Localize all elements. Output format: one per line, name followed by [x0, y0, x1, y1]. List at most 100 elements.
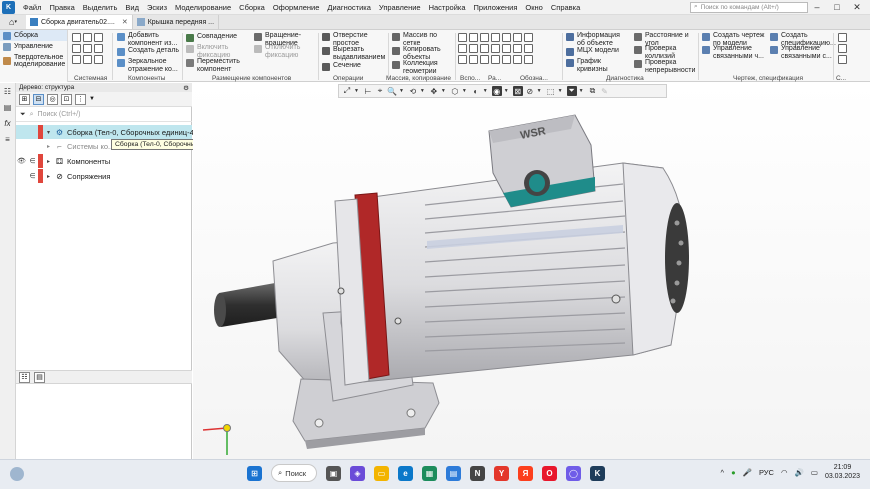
move-component-button[interactable]: Переместить компонент — [186, 58, 247, 73]
check-continuity-button[interactable]: Проверка непрерывности — [634, 59, 703, 74]
cross-section-icon[interactable]: ⊘ — [525, 86, 535, 96]
menu-help[interactable]: Справка — [547, 3, 584, 12]
csys-icon[interactable] — [458, 44, 467, 53]
pan-icon[interactable]: ✥ — [429, 86, 439, 96]
orientation-icon[interactable]: ⤢ — [342, 86, 352, 96]
language-indicator[interactable]: РУС — [759, 468, 774, 477]
mode-management[interactable]: Управление — [0, 41, 67, 52]
properties-icon[interactable] — [83, 44, 92, 53]
hole-simple-button[interactable]: Отверстие простое — [322, 32, 379, 47]
point-icon[interactable] — [480, 33, 489, 42]
expand-icon[interactable]: ▸ — [47, 173, 55, 180]
menu-view[interactable]: Вид — [121, 3, 143, 12]
display-style-icon[interactable]: ◐ — [471, 86, 481, 96]
close-icon[interactable]: ✕ — [852, 2, 862, 13]
zoom-fit-icon[interactable]: ⌖ — [375, 86, 385, 96]
edge-icon[interactable]: e — [398, 465, 413, 481]
text-icon[interactable] — [513, 55, 522, 64]
motor-assembly-model[interactable]: WSR — [193, 83, 870, 459]
line-icon[interactable] — [491, 33, 500, 42]
kompas-taskbar-icon[interactable]: K — [590, 465, 605, 481]
save-icon[interactable] — [94, 33, 103, 42]
s-tool-icon[interactable] — [838, 33, 847, 42]
menu-modeling[interactable]: Моделирование — [171, 3, 235, 12]
mode-assembly[interactable]: Сборка — [0, 30, 67, 41]
manage-linked-spec-button[interactable]: Управление связанными с... — [770, 45, 837, 60]
tray-chevron-icon[interactable]: ^ — [721, 468, 725, 477]
tab-front-cover[interactable]: Крышка передняя ... — [133, 15, 220, 29]
menu-edit[interactable]: Правка — [45, 3, 78, 12]
menu-sketch[interactable]: Эскиз — [143, 3, 171, 12]
volume-icon[interactable]: 🔊 — [795, 468, 804, 477]
tree-row-components[interactable]: 👁 ∈ ▸ ⚃ Компоненты — [16, 154, 192, 168]
start-icon[interactable]: ⊞ — [247, 465, 262, 481]
plane-icon[interactable] — [469, 33, 478, 42]
alice-icon[interactable]: ◯ — [566, 465, 581, 481]
yandex-icon[interactable]: Y — [494, 465, 509, 481]
radius-icon[interactable] — [524, 33, 533, 42]
settings-gear-icon[interactable]: ⚙ — [183, 84, 189, 92]
menu-select[interactable]: Выделить — [79, 3, 122, 12]
battery-icon[interactable]: ▭ — [811, 468, 818, 477]
tolerance-icon[interactable] — [502, 55, 511, 64]
filter-icon[interactable]: ⏷ — [566, 86, 577, 96]
spline-icon[interactable] — [469, 55, 478, 64]
mark-icon[interactable] — [458, 55, 467, 64]
surface-icon[interactable] — [480, 44, 489, 53]
check-collisions-button[interactable]: Проверка коллизий — [634, 45, 691, 60]
microphone-icon[interactable]: 🎤 — [743, 468, 752, 477]
curve-icon[interactable] — [469, 44, 478, 53]
layers-icon[interactable]: ≡ — [2, 134, 13, 145]
copy-icon[interactable] — [94, 44, 103, 53]
tree-row-assembly[interactable]: ▾ ⚙ Сборка (Тел-0, Сборочных единиц-4... — [16, 125, 200, 139]
yandex-browser-icon[interactable]: Я — [518, 465, 533, 481]
array-grid-button[interactable]: Массив по сетке — [392, 32, 445, 47]
object-info-button[interactable]: Информация об объекте — [566, 32, 623, 47]
diameter-icon[interactable] — [491, 44, 500, 53]
command-search-input[interactable]: ⌕ Поиск по командам (Alt+/) — [690, 1, 808, 13]
cut-extrude-button[interactable]: Вырезать выдавливанием — [322, 46, 385, 61]
create-part-button[interactable]: Создать деталь — [117, 47, 179, 56]
filter-funnel-icon[interactable]: ⏷ — [20, 111, 26, 119]
tree-structure-icon[interactable]: ⊞ — [19, 93, 30, 105]
clock[interactable]: 21:09 03.03.2023 — [825, 463, 860, 481]
menu-assembly[interactable]: Сборка — [235, 3, 269, 12]
chamfer-icon[interactable] — [491, 55, 500, 64]
tab-close-icon[interactable]: ✕ — [122, 18, 128, 26]
open-icon[interactable] — [83, 33, 92, 42]
variables-icon[interactable]: fx — [2, 118, 13, 129]
section-button[interactable]: Сечение — [322, 62, 361, 71]
pen-icon[interactable]: ✎ — [600, 86, 610, 96]
tree-icon[interactable]: ☷ — [2, 86, 13, 97]
menu-formatting[interactable]: Оформление — [269, 3, 324, 12]
undo-icon[interactable] — [72, 55, 81, 64]
axis-icon[interactable] — [458, 33, 467, 42]
show-all-icon[interactable]: ◎ — [47, 93, 58, 105]
zoom-icon[interactable]: 🔍 — [387, 86, 397, 96]
app-icon[interactable]: ▤ — [446, 465, 461, 481]
opera-icon[interactable]: O — [542, 465, 557, 481]
section-view-icon[interactable]: ⊠ — [512, 86, 523, 96]
home-tab[interactable]: ⌂ ▾ — [0, 15, 26, 30]
view-cube-icon[interactable]: ⬡ — [450, 86, 460, 96]
rotate-icon[interactable]: ⟲ — [408, 86, 418, 96]
redo-icon[interactable] — [83, 55, 92, 64]
tree-options-chevron-down-icon[interactable]: ▼ — [89, 96, 95, 102]
mode-solid-modeling[interactable]: Твердотельное моделирование — [0, 52, 67, 70]
task-view-icon[interactable]: ▣ — [326, 465, 341, 481]
weather-widget-icon[interactable] — [10, 467, 24, 481]
tree-row-mates[interactable]: ∈ ▸ ⊘ Сопряжения — [16, 169, 192, 183]
tray-app-icon[interactable]: ● — [731, 468, 736, 477]
print-icon[interactable] — [72, 44, 81, 53]
menu-management[interactable]: Управление — [375, 3, 425, 12]
clipboard-icon[interactable] — [94, 55, 103, 64]
tab-assembly[interactable]: Сборка двигатель02.... ✕ — [26, 15, 133, 29]
table-icon[interactable] — [524, 55, 533, 64]
notion-icon[interactable]: N — [470, 465, 485, 481]
menu-diagnostics[interactable]: Диагностика — [323, 3, 374, 12]
tree-sort-icon[interactable]: ⋮ — [75, 93, 86, 105]
minimize-icon[interactable]: – — [812, 2, 822, 13]
menu-file[interactable]: Файл — [19, 3, 45, 12]
dimension-icon[interactable] — [502, 33, 511, 42]
hide-show-icon[interactable]: ◉ — [491, 86, 502, 96]
